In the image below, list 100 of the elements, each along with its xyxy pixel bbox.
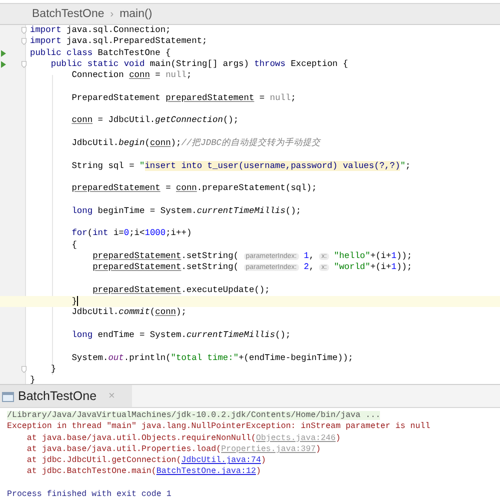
number-literal: 1 bbox=[391, 250, 396, 261]
code-text: PreparedStatement bbox=[72, 92, 162, 103]
code-text: endTime = System. bbox=[98, 330, 186, 340]
code-text: Exception { bbox=[290, 58, 348, 69]
keyword: import bbox=[30, 36, 62, 46]
null-literal: null bbox=[270, 92, 291, 103]
fold-icon[interactable] bbox=[21, 27, 27, 34]
code-comment: //把JDBC的自动提交转为手动提交 bbox=[181, 138, 321, 148]
code-text: = bbox=[166, 183, 172, 194]
error-text: Exception in thread "main" java.lang.NullPointerException: inStream parameter is null bbox=[7, 422, 430, 432]
number-literal: 1 bbox=[391, 262, 396, 272]
code-text: , bbox=[308, 262, 316, 272]
code-text: } bbox=[72, 296, 77, 306]
keyword: long bbox=[72, 330, 93, 340]
error-text: at jdbc.BatchTestOne.main( bbox=[26, 467, 156, 476]
sql-string: insert into t_user(username,password) values(?,?) bbox=[144, 160, 400, 171]
code-text: ; bbox=[186, 70, 192, 80]
variable: preparedStatement bbox=[72, 183, 160, 194]
code-text: (); bbox=[286, 206, 302, 216]
code-text: } bbox=[50, 364, 56, 374]
text-cursor bbox=[76, 296, 78, 306]
string-literal: " bbox=[140, 160, 145, 171]
variable: preparedStatement bbox=[92, 250, 182, 261]
variable: preparedStatement bbox=[166, 92, 254, 103]
variable: conn bbox=[155, 307, 176, 318]
number-literal: 1 bbox=[304, 250, 309, 261]
run-icon[interactable] bbox=[1, 60, 6, 68]
code-text: +(i+ bbox=[370, 262, 392, 272]
keyword: public static void bbox=[50, 58, 145, 69]
keyword: throws bbox=[254, 58, 286, 69]
error-text: ) bbox=[256, 467, 261, 476]
code-text: ; bbox=[290, 92, 296, 103]
variable: preparedStatement bbox=[92, 262, 182, 272]
error-text: ) bbox=[336, 434, 341, 443]
method-name: begin bbox=[118, 138, 145, 148]
keyword: long bbox=[72, 206, 93, 216]
error-text: at java.base/java.util.Properties.load( bbox=[26, 444, 222, 454]
method-name: currentTimeMillis bbox=[196, 206, 286, 216]
code-text: ( bbox=[144, 138, 150, 148]
fold-icon[interactable] bbox=[21, 366, 27, 373]
source-link[interactable]: JdbcUtil.java:74 bbox=[181, 456, 261, 466]
source-link[interactable]: BatchTestOne.java:12 bbox=[156, 467, 256, 476]
number-literal: 2 bbox=[304, 262, 309, 272]
tab-label: BatchTestOne bbox=[18, 389, 97, 403]
code-text: , bbox=[308, 250, 316, 261]
code-text: JdbcUtil. bbox=[72, 307, 119, 318]
string-literal: " bbox=[400, 160, 406, 171]
code-text: +(endTime-beginTime)); bbox=[238, 352, 354, 363]
field-name: out bbox=[108, 352, 124, 363]
error-text: ) bbox=[316, 444, 321, 454]
code-text: Connection bbox=[72, 70, 125, 80]
breadcrumb-item[interactable]: BatchTestOne bbox=[32, 8, 104, 20]
error-text: ) bbox=[260, 456, 266, 466]
variable: preparedStatement bbox=[92, 284, 182, 295]
fold-icon[interactable] bbox=[21, 38, 27, 46]
number-literal: 1000 bbox=[144, 228, 166, 238]
number-literal: 0 bbox=[124, 228, 130, 238]
error-text: at jdbc.JdbcUtil.getConnection( bbox=[26, 456, 182, 466]
code-text: { bbox=[72, 240, 77, 250]
code-text: main(String[] args) bbox=[150, 58, 250, 69]
keyword: import bbox=[30, 25, 62, 35]
code-text: System. bbox=[72, 352, 108, 363]
run-icon[interactable] bbox=[1, 50, 6, 57]
code-text: .setString( bbox=[181, 250, 240, 261]
code-text: = bbox=[155, 70, 162, 80]
code-text: = bbox=[259, 92, 266, 103]
code-text: beginTime = System. bbox=[98, 206, 197, 216]
code-text: BatchTestOne { bbox=[98, 48, 171, 58]
variable: conn bbox=[129, 70, 150, 80]
code-text: (); bbox=[222, 115, 239, 126]
window-icon bbox=[2, 390, 14, 402]
breadcrumb-separator: › bbox=[110, 8, 114, 20]
method-name: currentTimeMillis bbox=[186, 330, 276, 340]
run-tab[interactable]: BatchTestOne × bbox=[0, 385, 132, 407]
keyword: for bbox=[72, 228, 88, 238]
code-text: ( bbox=[150, 307, 156, 318]
code-text: +(i+ bbox=[370, 250, 392, 261]
string-literal: "hello" bbox=[334, 250, 370, 261]
code-text: .println( bbox=[124, 352, 171, 363]
code-text: JdbcUtil. bbox=[72, 138, 119, 148]
string-literal: "total time:" bbox=[170, 352, 239, 363]
code-text: ); bbox=[170, 138, 182, 148]
fold-icon[interactable] bbox=[21, 60, 27, 68]
string-literal: "world" bbox=[334, 262, 370, 272]
keyword: int bbox=[92, 228, 108, 238]
method-name: commit bbox=[118, 307, 150, 318]
error-text: at java.base/java.util.Objects.requireNonNull( bbox=[26, 434, 256, 443]
code-text: ;i< bbox=[129, 228, 145, 238]
code-text: } bbox=[30, 375, 36, 384]
variable: conn bbox=[72, 115, 93, 126]
variable: conn bbox=[150, 138, 171, 148]
variable: conn bbox=[176, 183, 197, 194]
code-text: = JdbcUtil. bbox=[98, 115, 156, 126]
code-text: java.sql.PreparedStatement; bbox=[66, 36, 208, 46]
breadcrumb-item[interactable]: main() bbox=[120, 8, 152, 20]
code-text: )); bbox=[396, 262, 412, 272]
null-literal: null bbox=[166, 70, 186, 80]
code-text: .executeUpdate(); bbox=[181, 284, 270, 295]
code-text: i= bbox=[113, 228, 124, 238]
code-text: ;i++) bbox=[166, 228, 192, 238]
